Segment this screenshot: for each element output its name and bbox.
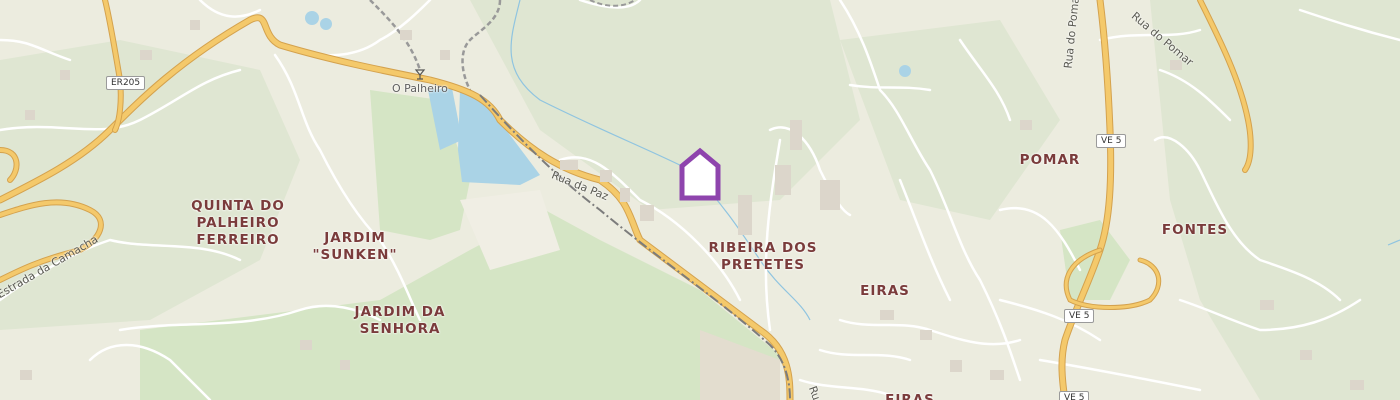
road-shield-ve5-bottom: VE 5 (1059, 391, 1090, 400)
pond (320, 18, 332, 30)
place-label-jardim-senhora: JARDIM DA SENHORA (354, 304, 446, 337)
forest-area (0, 40, 300, 330)
poi-label-o-palheiro[interactable]: O Palheiro (392, 82, 448, 95)
place-label-jardim-sunken: JARDIM "SUNKEN" (312, 230, 398, 263)
pond (305, 11, 319, 25)
road-shield-er205: ER205 (106, 76, 146, 90)
road-shield-ve5-mid: VE 5 (1064, 309, 1095, 323)
pond (899, 65, 911, 77)
home-icon (679, 147, 721, 201)
place-label-fontes: FONTES (1161, 222, 1229, 238)
place-label-pomar: POMAR (1019, 152, 1081, 168)
road-shield-ve5-top: VE 5 (1096, 134, 1127, 148)
map-canvas[interactable]: QUINTA DO PALHEIRO FERREIRO JARDIM "SUNKEN"… (0, 0, 1400, 400)
place-label-quinta-palheiro: QUINTA DO PALHEIRO FERREIRO (191, 198, 285, 248)
place-label-eiras: EIRAS (860, 283, 910, 299)
place-label-eiras-lower: EIRAS (885, 392, 935, 400)
place-label-ribeira-pretetes: RIBEIRA DOS PRETETES (708, 240, 818, 273)
location-marker[interactable] (678, 146, 722, 202)
track (369, 0, 422, 71)
